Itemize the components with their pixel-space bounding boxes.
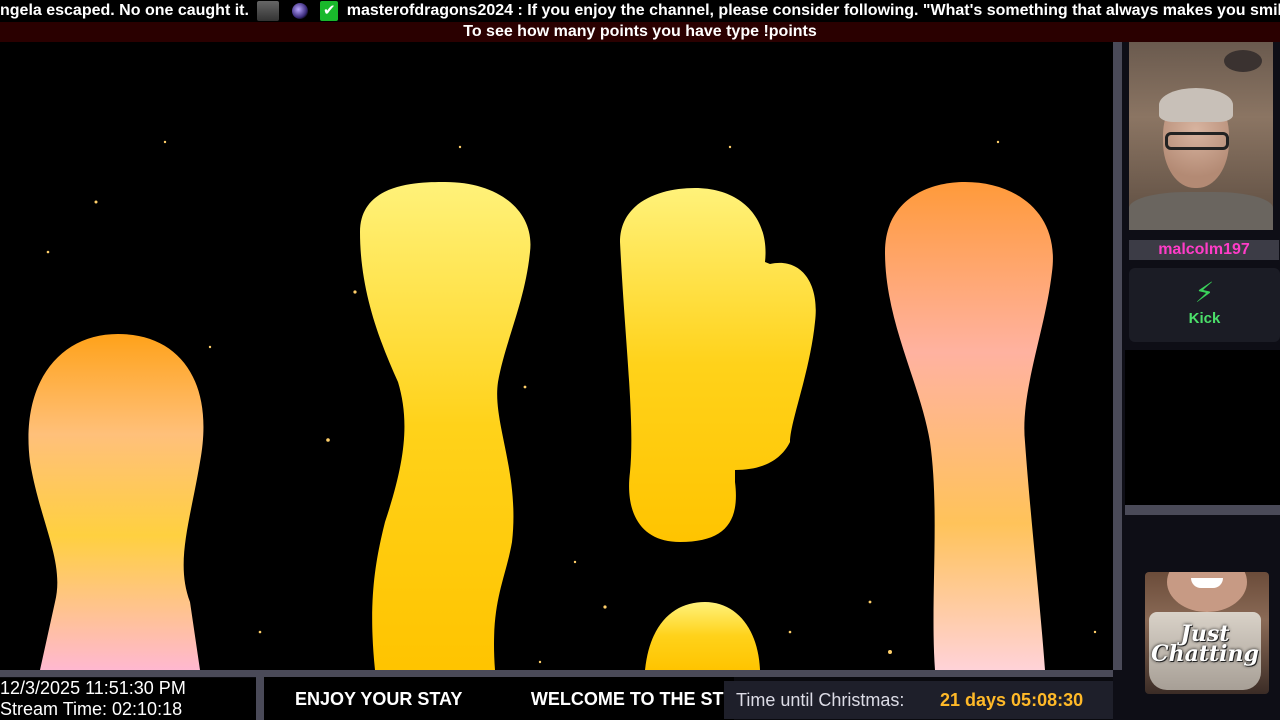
lava-blob-center xyxy=(620,188,816,542)
lava-blob-left xyxy=(28,334,204,670)
marquee-message-1: ENJOY YOUR STAY xyxy=(295,689,463,709)
streamer-username: malcolm197 xyxy=(1129,240,1279,260)
date-time: 12/3/2025 11:51:30 PM xyxy=(0,678,186,698)
ceiling-fan xyxy=(1224,50,1262,72)
lightning-bolt-icon: ⚡ xyxy=(1194,277,1215,308)
lava-lamp-video xyxy=(0,42,1113,670)
scrolling-marquee: ENJOY YOUR STAY WELCOME TO THE ST xyxy=(264,677,734,720)
category-image: Just Chatting xyxy=(1145,572,1269,694)
countdown-label: Time until Christmas: xyxy=(736,690,905,710)
ticker-username: masterofdragons2024 xyxy=(346,2,514,19)
stream-time: Stream Time: 02:10:18 xyxy=(0,699,183,719)
webcam-shirt xyxy=(1129,192,1273,230)
video-frame-border xyxy=(1113,42,1122,670)
check-emote-icon: ✔ xyxy=(320,1,339,21)
christmas-countdown: Time until Christmas: 21 days 05:08:30 xyxy=(724,681,1113,719)
lava-blob-center-left xyxy=(360,182,531,670)
lava-blob-right xyxy=(885,182,1053,670)
category-line-2: Chatting xyxy=(1151,641,1259,667)
webcam-glasses xyxy=(1165,132,1229,150)
lava-blob-bottom xyxy=(645,602,760,670)
countdown-value: 21 days 05:08:30 xyxy=(940,690,1084,710)
orb-emote-icon xyxy=(291,3,308,19)
ticker-separator: : xyxy=(517,2,523,19)
marquee-message-2: WELCOME TO THE ST xyxy=(530,689,724,709)
ticker-message: If you enjoy the channel, please conside… xyxy=(527,2,1280,19)
kick-label: Kick xyxy=(1188,310,1221,327)
chat-ticker: ngela escaped. No one caught it. ✔ maste… xyxy=(0,0,1280,22)
webcam-hair xyxy=(1159,88,1233,122)
sidebar-divider xyxy=(1125,505,1280,515)
kick-platform-card[interactable]: ⚡ Kick xyxy=(1129,268,1280,342)
ticker-event-text: ngela escaped. No one caught it. xyxy=(0,2,249,19)
points-banner: To see how many points you have type !po… xyxy=(0,22,1280,42)
category-mug-text: Just Chatting xyxy=(1149,623,1261,667)
clock-panel: 12/3/2025 11:51:30 PM Stream Time: 02:10… xyxy=(0,678,256,720)
lava-blobs-graphic xyxy=(28,140,1097,670)
empty-widget-area xyxy=(1125,350,1280,505)
bottom-separator xyxy=(256,677,264,720)
webcam-feed xyxy=(1129,42,1273,230)
category-smile xyxy=(1191,578,1223,588)
skull-emote-icon xyxy=(257,1,280,21)
